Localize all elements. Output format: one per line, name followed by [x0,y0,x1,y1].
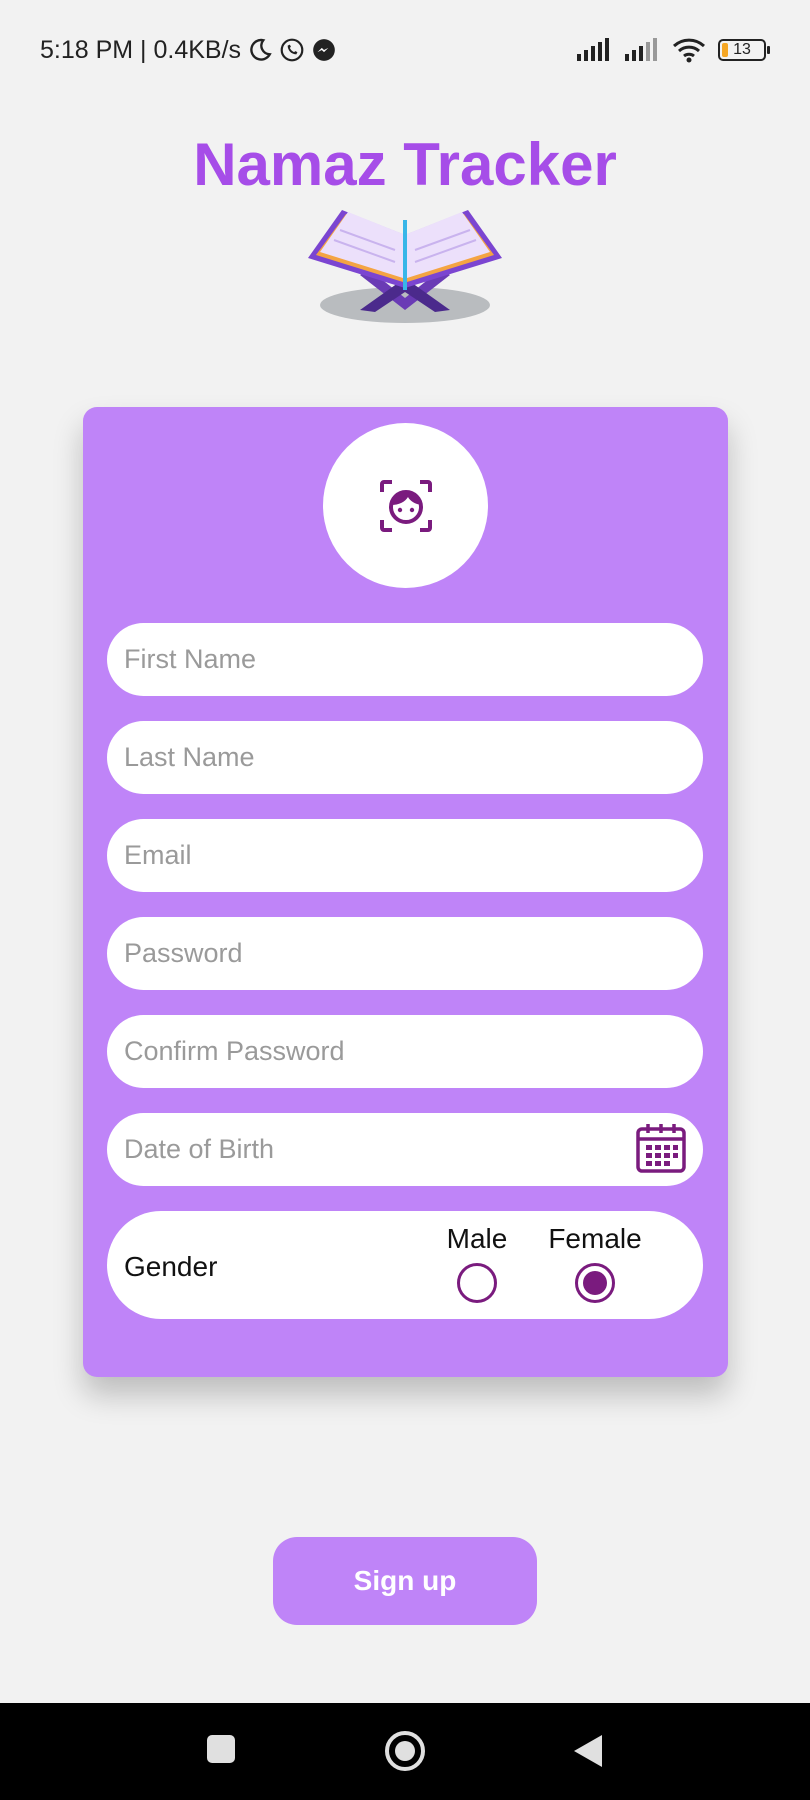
whatsapp-icon [279,37,305,63]
battery-level: 13 [733,41,751,58]
system-nav-bar [0,1703,810,1800]
battery-fill [722,43,728,57]
gender-label: Gender [124,1251,218,1282]
gender-male-radio[interactable] [457,1263,497,1303]
first-name-input[interactable] [124,644,686,675]
gender-option-female[interactable]: Female [547,1223,643,1303]
first-name-field[interactable] [107,623,703,696]
password-input[interactable] [124,938,686,969]
messenger-icon [311,37,337,63]
gender-female-radio[interactable] [575,1263,615,1303]
gender-row: Gender Male Female [107,1211,703,1319]
signal-icon [576,38,612,62]
gender-option-male[interactable]: Male [442,1223,512,1303]
signal-icon [624,38,660,62]
home-icon[interactable] [384,1730,426,1772]
calendar-icon[interactable] [635,1122,687,1174]
gender-female-label: Female [548,1223,642,1254]
signup-button[interactable]: Sign up [273,1537,537,1625]
app-title: Namaz Tracker [193,131,617,198]
back-icon[interactable] [572,1733,604,1769]
battery-body: 13 [718,39,766,61]
email-input[interactable] [124,840,686,871]
status-time-speed: 5:18 PM | 0.4KB/s [40,35,242,64]
status-bar: 5:18 PM | 0.4KB/s 13 [0,0,810,100]
quran-book-logo [308,210,502,323]
status-right: 13 [576,37,770,63]
gender-male-label: Male [446,1223,508,1254]
avatar-button[interactable] [323,423,488,588]
confirm-password-input[interactable] [124,1036,686,1067]
confirm-password-field[interactable] [107,1015,703,1088]
signup-card: Gender Male Female [83,407,728,1377]
face-scan-icon [379,479,432,532]
date-of-birth-field[interactable] [107,1113,703,1186]
battery-icon: 13 [718,39,770,61]
last-name-field[interactable] [107,721,703,794]
wifi-icon [672,37,706,63]
status-left: 5:18 PM | 0.4KB/s [40,36,337,65]
email-field[interactable] [107,819,703,892]
last-name-input[interactable] [124,742,686,773]
battery-tip [767,46,770,54]
password-field[interactable] [107,917,703,990]
date-of-birth-input[interactable] [124,1134,686,1165]
moon-icon [247,37,273,63]
recents-icon[interactable] [205,1733,237,1765]
